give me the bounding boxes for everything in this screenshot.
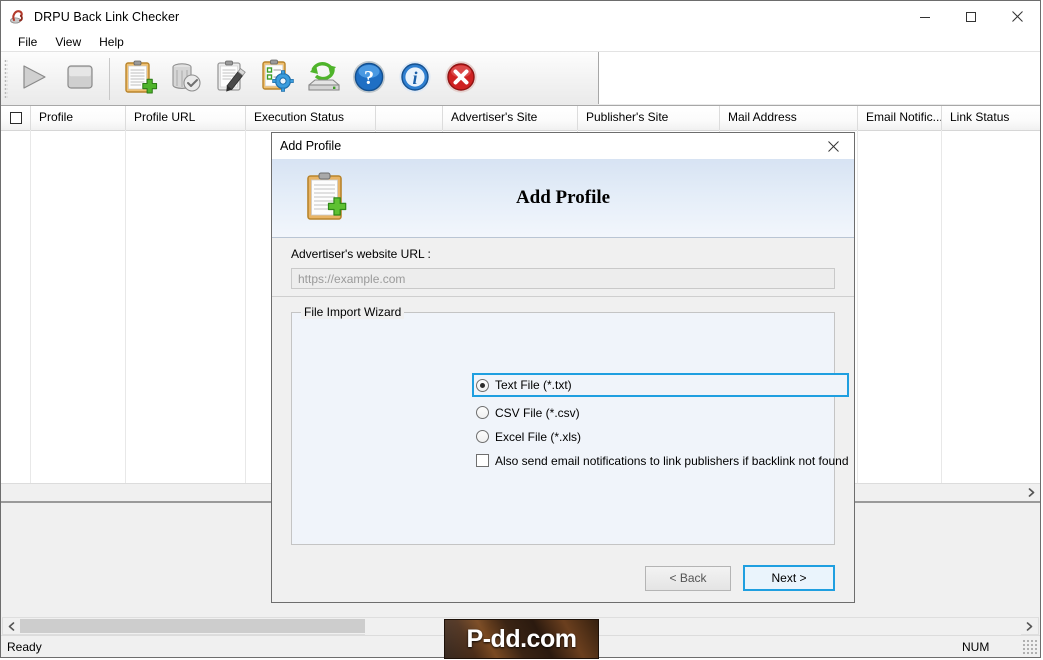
column-header-advertisers-site[interactable]: Advertiser's Site xyxy=(443,106,578,130)
add-profile-dialog: Add Profile Add Profile Advertiser's web… xyxy=(271,132,855,603)
advertiser-url-section: Advertiser's website URL : https://examp… xyxy=(272,238,854,297)
advertiser-url-input[interactable]: https://example.com xyxy=(291,268,835,289)
question-mark-icon: ? xyxy=(350,58,388,99)
exit-button[interactable] xyxy=(438,56,484,102)
start-button[interactable] xyxy=(11,56,57,102)
radio-indicator-csv-file xyxy=(476,406,489,419)
file-import-wizard-group: File Import Wizard Text File (*.txt) CSV… xyxy=(291,305,849,545)
radio-label-excel-file: Excel File (*.xls) xyxy=(495,429,582,444)
play-triangle-icon xyxy=(17,62,51,95)
maximize-button[interactable] xyxy=(948,1,994,32)
back-button[interactable]: < Back xyxy=(645,565,731,591)
column-header-select-all[interactable] xyxy=(1,106,31,130)
add-profile-button[interactable] xyxy=(116,56,162,102)
dialog-body: File Import Wizard Text File (*.txt) CSV… xyxy=(272,297,854,554)
svg-text:?: ? xyxy=(364,67,374,89)
column-header-email-notification[interactable]: Email Notific... xyxy=(858,106,942,130)
window-title: DRPU Back Link Checker xyxy=(34,9,180,24)
clipboard-pen-icon xyxy=(211,57,251,100)
menu-item-file[interactable]: File xyxy=(9,34,46,50)
app-link-icon xyxy=(9,8,27,26)
resize-grip[interactable] xyxy=(1022,638,1038,655)
clipboard-gear-icon xyxy=(257,57,297,100)
checkbox-email-notifications[interactable]: Also send email notifications to link pu… xyxy=(476,450,849,471)
next-button[interactable]: Next > xyxy=(743,565,835,591)
listview-header: Profile Profile URL Execution Status Adv… xyxy=(1,106,1040,131)
title-bar: DRPU Back Link Checker xyxy=(1,1,1040,32)
svg-text:i: i xyxy=(412,68,417,88)
dialog-title-bar: Add Profile xyxy=(272,133,854,159)
toolbar-grip[interactable] xyxy=(4,58,8,99)
refresh-drive-icon xyxy=(303,57,343,100)
minimize-button[interactable] xyxy=(902,1,948,32)
menu-item-view[interactable]: View xyxy=(46,34,90,50)
menu-bar: File View Help xyxy=(1,32,1040,52)
watermark-text: P-dd.com xyxy=(466,624,577,653)
radio-indicator-text-file xyxy=(476,378,489,392)
toolbar-separator xyxy=(109,57,110,100)
delete-profile-button[interactable] xyxy=(162,56,208,102)
advertiser-url-label: Advertiser's website URL : xyxy=(291,247,431,261)
select-all-checkbox[interactable] xyxy=(9,112,22,124)
stop-square-icon xyxy=(63,62,97,95)
dialog-heading: Add Profile xyxy=(515,187,611,208)
application-window: DRPU Back Link Checker File View Help ? … xyxy=(0,0,1041,658)
clipboard-plus-icon xyxy=(119,57,159,100)
dialog-close-button[interactable] xyxy=(812,133,854,159)
checkbox-label-email-notifications: Also send email notifications to link pu… xyxy=(495,453,849,468)
radio-csv-file[interactable]: CSV File (*.csv) xyxy=(476,402,849,423)
toolbar-empty-pane xyxy=(598,52,1040,104)
column-header-publishers-site[interactable]: Publisher's Site xyxy=(578,106,720,130)
refresh-button[interactable] xyxy=(300,56,346,102)
profile-settings-button[interactable] xyxy=(254,56,300,102)
red-x-icon xyxy=(442,58,480,99)
edit-profile-button[interactable] xyxy=(208,56,254,102)
listview-scroll-right-arrow[interactable] xyxy=(1023,484,1040,501)
radio-excel-file[interactable]: Excel File (*.xls) xyxy=(476,426,849,447)
column-header-link-status[interactable]: Link Status xyxy=(942,106,1040,130)
help-button[interactable]: ? xyxy=(346,56,392,102)
dialog-title: Add Profile xyxy=(280,139,342,153)
trash-bin-icon xyxy=(165,57,205,100)
radio-text-file[interactable]: Text File (*.txt) xyxy=(472,373,849,397)
scroll-left-arrow[interactable] xyxy=(3,618,20,635)
radio-label-csv-file: CSV File (*.csv) xyxy=(495,405,580,420)
checkbox-indicator-email-notifications xyxy=(476,454,489,467)
radio-indicator-excel-file xyxy=(476,430,489,443)
column-header-profile-url[interactable]: Profile URL xyxy=(126,106,246,130)
window-controls xyxy=(902,1,1040,32)
dialog-banner: Add Profile xyxy=(272,159,854,238)
column-header-execution-status[interactable]: Execution Status xyxy=(246,106,376,130)
column-header-blank[interactable] xyxy=(376,106,443,130)
file-import-wizard-label: File Import Wizard xyxy=(301,305,405,319)
menu-item-help[interactable]: Help xyxy=(90,34,133,50)
num-lock-indicator: NUM xyxy=(962,639,990,654)
radio-label-text-file: Text File (*.txt) xyxy=(495,378,572,392)
column-header-profile[interactable]: Profile xyxy=(31,106,126,130)
dialog-button-bar: < Back Next > xyxy=(272,554,854,602)
column-header-mail-address[interactable]: Mail Address xyxy=(720,106,858,130)
info-icon: i xyxy=(396,58,434,99)
scroll-right-arrow[interactable] xyxy=(1021,618,1038,635)
close-button[interactable] xyxy=(994,1,1040,32)
scroll-thumb[interactable] xyxy=(20,619,365,633)
stop-button[interactable] xyxy=(57,56,103,102)
import-options: Text File (*.txt) CSV File (*.csv) Excel… xyxy=(472,373,849,474)
watermark: P-dd.com xyxy=(444,619,599,659)
about-button[interactable]: i xyxy=(392,56,438,102)
toolbar: ? i xyxy=(1,52,1040,106)
